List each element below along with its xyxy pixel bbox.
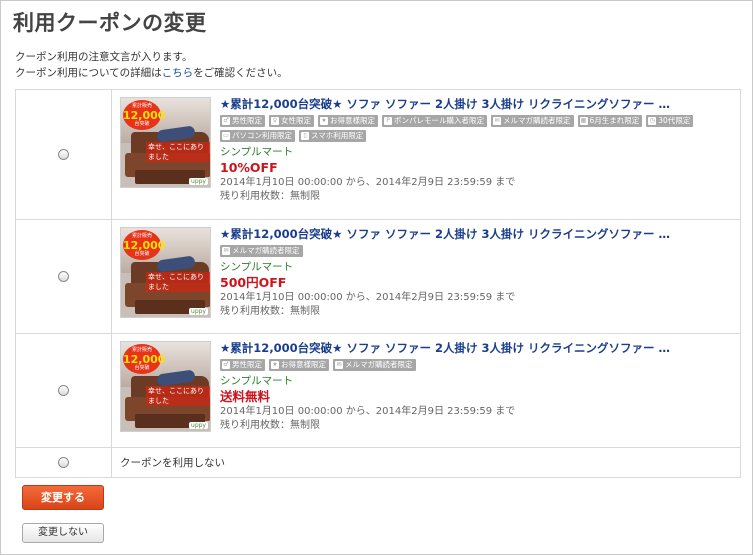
coupon-change-panel: 利用クーポンの変更 クーポン利用の注意文言が入ります。 クーポン利用についての詳… — [0, 0, 753, 555]
condition-tag: ★ お得意様限定 — [269, 359, 329, 371]
coupon-list: 累計販売 12,000 台突破 幸せ、ここにありました uppy ★累計12,000… — [15, 89, 741, 478]
pointmall-icon: P — [384, 117, 392, 125]
shop-name: シンプルマート — [220, 261, 294, 273]
valid-period: 2014年1月10日 00:00:00 から、2014年2月9日 23:59:5… — [220, 406, 516, 417]
coupon-notice: クーポン利用の注意文言が入ります。 クーポン利用についての詳細はこちらをご確認く… — [15, 49, 288, 81]
condition-tag: P ポンパレモール購入者限定 — [382, 115, 487, 127]
condition-tag: ♂ 男性限定 — [220, 115, 265, 127]
remaining-count: 残り利用枚数：無制限 — [220, 306, 320, 317]
brand-logo: uppy — [189, 308, 208, 315]
mail-icon: ✉ — [335, 361, 343, 369]
sales-badge: 累計販売 12,000 台突破 — [123, 100, 165, 130]
coupon-radio-2[interactable] — [58, 271, 69, 282]
valid-period: 2014年1月10日 00:00:00 から、2014年2月9日 23:59:5… — [220, 177, 516, 188]
male-icon: ♂ — [222, 361, 230, 369]
notice-prefix: クーポン利用についての詳細は — [15, 67, 162, 79]
clock-icon: ◷ — [648, 117, 657, 125]
female-icon: ♀ — [271, 117, 279, 125]
radio-cell — [16, 334, 112, 447]
vip-icon: ★ — [271, 361, 279, 369]
notice-line-2: クーポン利用についての詳細はこちらをご確認ください。 — [15, 65, 288, 81]
coupon-content: 累計販売 12,000 台突破 幸せ、ここにありました uppy ★累計12,000… — [112, 220, 740, 333]
condition-tag: ▯ スマホ利用限定 — [299, 130, 367, 142]
no-coupon-radio[interactable] — [58, 457, 69, 468]
item-name-link[interactable]: ★累計12,000台突破★ ソファ ソファー 2人掛け 3人掛け リクライニング… — [220, 227, 732, 241]
shop-name: シンプルマート — [220, 375, 294, 387]
discount-value: 送料無料 — [220, 389, 271, 404]
brand-logo: uppy — [189, 422, 208, 429]
coupon-row: 累計販売 12,000 台突破 幸せ、ここにありました uppy ★累計12,000… — [16, 220, 740, 334]
notice-suffix: をご確認ください。 — [193, 67, 288, 79]
coupon-conditions: ✉ メルマガ購読者限定 — [220, 245, 732, 257]
calendar-icon: ▦ — [579, 117, 588, 125]
change-button[interactable]: 変更する — [22, 485, 104, 510]
pc-icon: ▭ — [222, 132, 230, 140]
condition-tag: ▦ 6月生まれ限定 — [577, 115, 643, 127]
no-change-button[interactable]: 変更しない — [22, 523, 104, 543]
product-thumbnail[interactable]: 累計販売 12,000 台突破 幸せ、ここにありました uppy — [120, 227, 211, 318]
coupon-radio-3[interactable] — [58, 385, 69, 396]
coupon-conditions: ♂ 男性限定 ★ お得意様限定 ✉ メルマガ購読者限定 — [220, 359, 732, 371]
sales-badge: 累計販売 12,000 台突破 — [123, 344, 165, 374]
radio-cell — [16, 220, 112, 333]
vip-icon: ★ — [320, 117, 328, 125]
catch-copy: 幸せ、ここにありました — [146, 142, 210, 162]
radio-cell — [16, 90, 112, 219]
condition-tag: ♂ 男性限定 — [220, 359, 265, 371]
product-thumbnail[interactable]: 累計販売 12,000 台突破 幸せ、ここにありました uppy — [120, 341, 211, 432]
condition-tag: ★ お得意様限定 — [318, 115, 378, 127]
male-icon: ♂ — [222, 117, 230, 125]
product-thumbnail[interactable]: 累計販売 12,000 台突破 幸せ、ここにありました uppy — [120, 97, 211, 188]
coupon-conditions: ♂ 男性限定 ♀ 女性限定 ★ お得意様限定 P ポンパレモール購入者限定 ✉ メルマガ購… — [220, 115, 732, 142]
discount-value: 10%OFF — [220, 160, 278, 175]
remaining-count: 残り利用枚数：無制限 — [220, 420, 320, 431]
radio-cell — [16, 448, 112, 477]
discount-value: 500円OFF — [220, 275, 287, 290]
condition-tag: ▭ パソコン利用限定 — [220, 130, 295, 142]
coupon-content: 累計販売 12,000 台突破 幸せ、ここにありました uppy ★累計12,000… — [112, 90, 740, 219]
coupon-info: ★累計12,000台突破★ ソファ ソファー 2人掛け 3人掛け リクライニング… — [220, 341, 732, 447]
condition-tag: ✉ メルマガ購読者限定 — [333, 359, 416, 371]
coupon-info: ★累計12,000台突破★ ソファ ソファー 2人掛け 3人掛け リクライニング… — [220, 227, 732, 333]
mail-icon: ✉ — [493, 117, 501, 125]
mail-icon: ✉ — [222, 247, 230, 255]
coupon-row: 累計販売 12,000 台突破 幸せ、ここにありました uppy ★累計12,000… — [16, 334, 740, 448]
condition-tag: ◷ 30代限定 — [646, 115, 694, 127]
page-title: 利用クーポンの変更 — [13, 11, 207, 35]
smartphone-icon: ▯ — [301, 132, 309, 140]
item-name-link[interactable]: ★累計12,000台突破★ ソファ ソファー 2人掛け 3人掛け リクライニング… — [220, 97, 732, 111]
coupon-content: 累計販売 12,000 台突破 幸せ、ここにありました uppy ★累計12,000… — [112, 334, 740, 447]
shop-name: シンプルマート — [220, 146, 294, 158]
catch-copy: 幸せ、ここにありました — [146, 386, 210, 406]
remaining-count: 残り利用枚数：無制限 — [220, 191, 320, 202]
catch-copy: 幸せ、ここにありました — [146, 272, 210, 292]
coupon-radio-1[interactable] — [58, 149, 69, 160]
no-coupon-label: クーポンを利用しない — [120, 457, 225, 469]
item-name-link[interactable]: ★累計12,000台突破★ ソファ ソファー 2人掛け 3人掛け リクライニング… — [220, 341, 732, 355]
condition-tag: ✉ メルマガ購読者限定 — [491, 115, 574, 127]
coupon-row: 累計販売 12,000 台突破 幸せ、ここにありました uppy ★累計12,000… — [16, 90, 740, 220]
no-coupon-row: クーポンを利用しない — [16, 448, 740, 478]
condition-tag: ♀ 女性限定 — [269, 115, 314, 127]
condition-tag: ✉ メルマガ購読者限定 — [220, 245, 303, 257]
notice-line-1: クーポン利用の注意文言が入ります。 — [15, 51, 193, 63]
brand-logo: uppy — [189, 178, 208, 185]
details-link[interactable]: こちら — [162, 67, 194, 79]
coupon-info: ★累計12,000台突破★ ソファ ソファー 2人掛け 3人掛け リクライニング… — [220, 97, 732, 219]
valid-period: 2014年1月10日 00:00:00 から、2014年2月9日 23:59:5… — [220, 292, 516, 303]
sales-badge: 累計販売 12,000 台突破 — [123, 230, 165, 260]
